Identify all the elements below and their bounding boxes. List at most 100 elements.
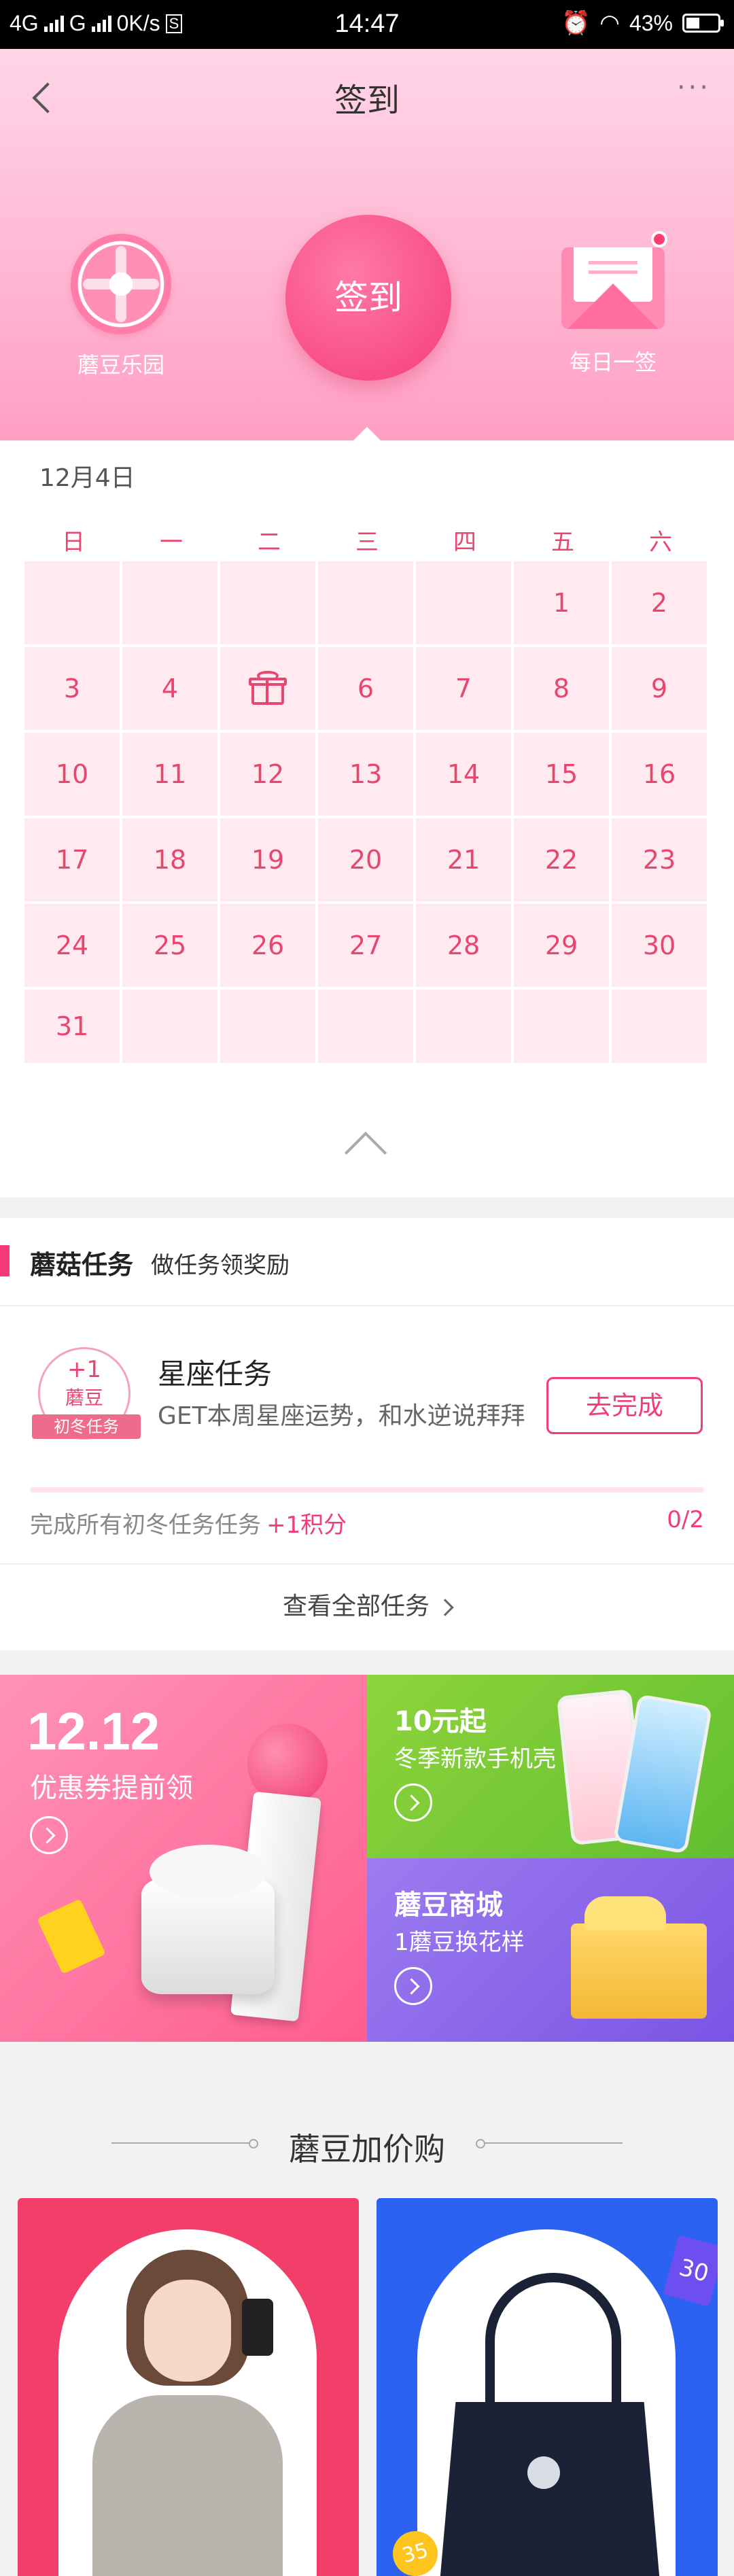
calendar-day[interactable]: 13 [318, 733, 413, 816]
calendar-day[interactable]: 2 [612, 561, 707, 644]
promo-date: 12.12 [27, 1701, 160, 1761]
progress-count: 0/2 [667, 1506, 704, 1533]
promo-mall-banner[interactable]: 蘑豆商城 1蘑豆换花样 [367, 1858, 734, 2042]
calendar-grid: 1 2 3 4 6 7 8 9 10 11 12 13 14 15 16 17 18 19 20 21 22 23 24 25… [24, 561, 710, 1063]
alarm-icon: ⏰ [561, 10, 591, 36]
calendar-day[interactable]: 7 [416, 647, 511, 730]
pointer-notch [353, 427, 381, 440]
calendar-day-empty [318, 561, 413, 644]
calendar-day[interactable]: 28 [416, 904, 511, 987]
progress-text: 完成所有初冬任务任务 [30, 1512, 261, 1539]
model-face-image [144, 2280, 231, 2382]
calendar-day[interactable]: 26 [220, 904, 315, 987]
calendar-day[interactable]: 27 [318, 904, 413, 987]
calendar-day-empty [416, 561, 511, 644]
weekday-header: 日一二三四五六 [24, 523, 710, 557]
status-right: ⏰ ◠ 43% [561, 10, 724, 37]
progress-points: +1积分 [266, 1512, 347, 1539]
mogu-park-label[interactable]: 蘑豆乐园 [39, 348, 203, 379]
promo-mall-title: 蘑豆商城 [394, 1890, 503, 1921]
calendar-day-empty [514, 990, 609, 1063]
calendar-day[interactable]: 18 [122, 818, 217, 901]
view-all-tasks-link[interactable]: 查看全部任务 [0, 1563, 734, 1650]
calendar-day[interactable]: 4 [122, 647, 217, 730]
calendar-day[interactable]: 3 [24, 647, 120, 730]
calendar-day[interactable]: 1 [514, 561, 609, 644]
gift-icon [249, 671, 287, 706]
chevron-right-icon [436, 1599, 454, 1616]
collapse-chevron-icon[interactable] [344, 1131, 387, 1174]
add-on-purchase-section: 蘑豆加价购 30 35 [0, 2042, 734, 2576]
calendar-day[interactable]: 17 [24, 818, 120, 901]
promo-subtitle: 优惠券提前领 [30, 1773, 193, 1804]
battery-percent: 43% [629, 10, 673, 35]
task-section-title: 蘑菇任务 [30, 1250, 134, 1280]
sign-in-button[interactable]: 签到 [285, 215, 451, 381]
calendar-day[interactable]: 14 [416, 733, 511, 816]
calendar-day-empty [24, 561, 120, 644]
reward-ribbon: 初冬任务 [32, 1414, 141, 1439]
coupon-tag-image [37, 1898, 106, 1974]
weekday-label: 一 [160, 529, 183, 556]
calendar: 12月4日 日一二三四五六 1 2 3 4 6 7 8 9 10 11 12 13 14 15 16 17 18… [0, 440, 734, 1198]
calendar-day[interactable]: 29 [514, 904, 609, 987]
promo-phone-subtitle: 冬季新款手机壳 [394, 1745, 556, 1773]
weekday-label: 日 [62, 529, 85, 556]
weekday-label: 二 [258, 529, 281, 556]
calendar-day-empty [122, 990, 217, 1063]
calendar-day[interactable]: 10 [24, 733, 120, 816]
more-menu-icon[interactable]: ··· [677, 72, 711, 103]
task-description: GET本周星座运势，和水逆说拜拜 [158, 1402, 525, 1430]
calendar-date: 12月4日 [39, 464, 135, 492]
reward-badge: +1 蘑豆 初冬任务 [32, 1347, 141, 1440]
jar-lid-image [150, 1845, 266, 1899]
weekday-label: 五 [551, 529, 574, 556]
gift-box-image [571, 1896, 707, 2019]
calendar-day[interactable]: 22 [514, 818, 609, 901]
calendar-day-empty [220, 990, 315, 1063]
reward-unit: 蘑豆 [65, 1387, 103, 1409]
calendar-day[interactable]: 15 [514, 733, 609, 816]
price-tag-30: 30 [663, 2235, 718, 2307]
calendar-day-empty [122, 561, 217, 644]
task-progress-bar [30, 1487, 704, 1493]
weekday-label: 三 [355, 529, 379, 556]
promo-phone-case-banner[interactable]: 10元起 冬季新款手机壳 [367, 1675, 734, 1858]
calendar-day[interactable]: 6 [318, 647, 413, 730]
calendar-day[interactable]: 20 [318, 818, 413, 901]
calendar-day[interactable]: 11 [122, 733, 217, 816]
product-card-bag[interactable]: 30 35 [377, 2198, 718, 2576]
calendar-day-empty [220, 561, 315, 644]
calendar-day[interactable]: 9 [612, 647, 707, 730]
calendar-day[interactable]: 23 [612, 818, 707, 901]
weekday-label: 四 [453, 529, 476, 556]
calendar-day[interactable]: 16 [612, 733, 707, 816]
phone-prop-image [242, 2299, 273, 2356]
weekday-label: 六 [649, 529, 672, 556]
section-accent-bar [0, 1245, 10, 1276]
promo-mall-subtitle: 1蘑豆换花样 [394, 1929, 525, 1956]
promo-coupon-banner[interactable]: 12.12 优惠券提前领 [0, 1675, 367, 2042]
calendar-day[interactable]: 12 [220, 733, 315, 816]
product-card-hoodie[interactable] [18, 2198, 359, 2576]
complete-task-button[interactable]: 去完成 [546, 1377, 703, 1434]
calendar-day-gift[interactable] [220, 647, 315, 730]
battery-level [686, 18, 699, 29]
battery-icon [682, 14, 724, 33]
calendar-day[interactable]: 19 [220, 818, 315, 901]
envelope-icon[interactable] [561, 247, 665, 329]
daily-sign-label[interactable]: 每日一签 [531, 345, 695, 377]
calendar-day[interactable]: 24 [24, 904, 120, 987]
calendar-day[interactable]: 30 [612, 904, 707, 987]
lucky-wheel-icon[interactable] [71, 234, 171, 334]
arrow-circle-icon [394, 1967, 432, 2005]
calendar-day[interactable]: 21 [416, 818, 511, 901]
task-section: 蘑菇任务 做任务领奖励 +1 蘑豆 初冬任务 星座任务 GET本周星座运势，和水… [0, 1218, 734, 1650]
calendar-day[interactable]: 31 [24, 990, 120, 1063]
add-on-purchase-title: 蘑豆加价购 [289, 2131, 445, 2168]
calendar-day[interactable]: 8 [514, 647, 609, 730]
signin-header: 签到 ··· 蘑豆乐园 签到 每日一签 [0, 49, 734, 440]
view-all-label: 查看全部任务 [282, 1592, 430, 1620]
arrow-circle-icon [394, 1783, 432, 1822]
calendar-day[interactable]: 25 [122, 904, 217, 987]
